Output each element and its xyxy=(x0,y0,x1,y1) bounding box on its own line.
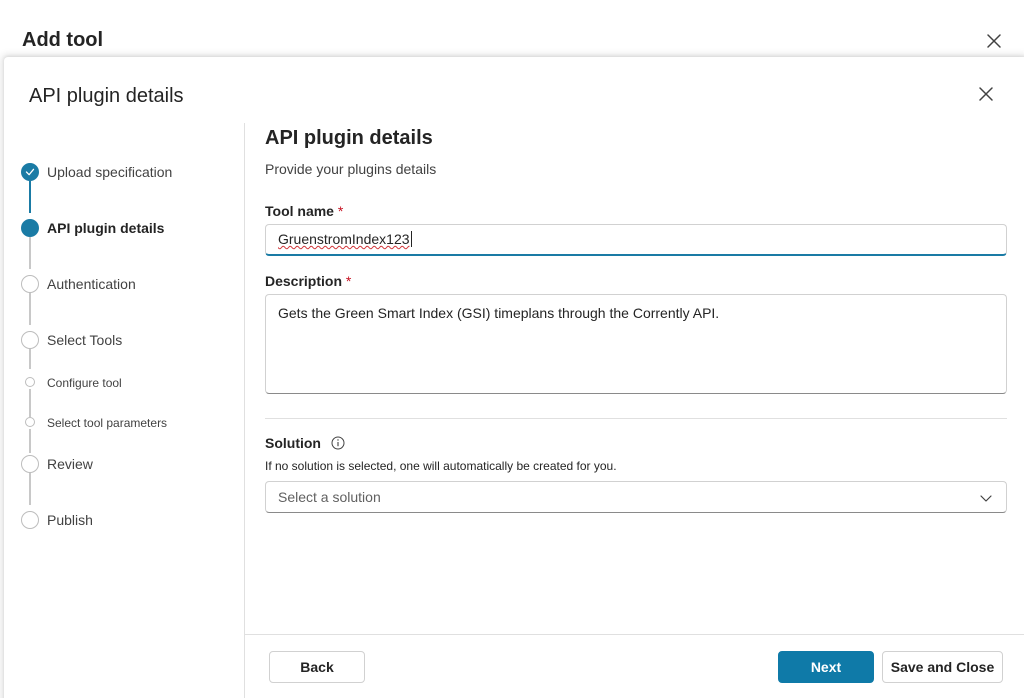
form-subheading: Provide your plugins details xyxy=(265,161,437,177)
substep-indicator xyxy=(25,417,35,427)
step-connector xyxy=(29,429,31,453)
step-authentication[interactable]: Authentication xyxy=(47,276,136,292)
tool-name-label: Tool name * xyxy=(265,203,343,219)
footer-divider xyxy=(244,634,1024,635)
step-review[interactable]: Review xyxy=(47,456,93,472)
description-label-text: Description xyxy=(265,273,343,289)
step-connector xyxy=(29,389,31,417)
solution-select[interactable]: Select a solution xyxy=(265,481,1007,513)
info-icon[interactable] xyxy=(331,436,345,450)
step-select-tool-parameters[interactable]: Select tool parameters xyxy=(47,416,167,430)
dialog-close-icon[interactable] xyxy=(975,83,997,105)
step-publish[interactable]: Publish xyxy=(47,512,93,528)
required-mark: * xyxy=(345,273,352,289)
outer-header: Add tool xyxy=(0,0,1024,60)
description-textarea[interactable]: Gets the Green Smart Index (GSI) timepla… xyxy=(265,294,1007,394)
step-api-plugin-details[interactable]: API plugin details xyxy=(47,220,164,236)
solution-label-text: Solution xyxy=(265,435,321,451)
step-connector xyxy=(29,349,31,369)
step-pending-indicator xyxy=(21,275,39,293)
description-label: Description * xyxy=(265,273,351,289)
step-upload-specification[interactable]: Upload specification xyxy=(47,164,172,180)
step-done-indicator xyxy=(21,163,39,181)
solution-helper-text: If no solution is selected, one will aut… xyxy=(265,459,617,473)
next-button[interactable]: Next xyxy=(778,651,874,683)
api-plugin-dialog: API plugin details Upload specification … xyxy=(4,57,1024,698)
step-pending-indicator xyxy=(21,331,39,349)
chevron-down-icon xyxy=(980,495,992,502)
tool-name-input[interactable] xyxy=(265,224,1007,256)
step-current-indicator xyxy=(21,219,39,237)
step-connector xyxy=(29,293,31,325)
step-pending-indicator xyxy=(21,511,39,529)
back-button[interactable]: Back xyxy=(269,651,365,683)
stepper-divider xyxy=(244,123,245,698)
substep-indicator xyxy=(25,377,35,387)
wizard-stepper: Upload specification API plugin details … xyxy=(4,57,244,698)
checkmark-icon xyxy=(25,168,35,176)
form-heading: API plugin details xyxy=(265,127,433,149)
tool-name-field[interactable]: GruenstromIndex123 xyxy=(265,224,1007,256)
step-connector xyxy=(29,237,31,269)
form-divider xyxy=(265,418,1007,419)
outer-title: Add tool xyxy=(22,29,104,51)
solution-placeholder: Select a solution xyxy=(278,489,381,505)
step-pending-indicator xyxy=(21,455,39,473)
step-configure-tool[interactable]: Configure tool xyxy=(47,376,122,390)
required-mark: * xyxy=(337,203,344,219)
solution-label: Solution xyxy=(265,435,345,451)
description-value: Gets the Green Smart Index (GSI) timepla… xyxy=(278,305,720,321)
tool-name-label-text: Tool name xyxy=(265,203,334,219)
step-connector xyxy=(29,473,31,505)
step-select-tools[interactable]: Select Tools xyxy=(47,332,122,348)
outer-close-icon[interactable] xyxy=(983,30,1005,52)
step-connector xyxy=(29,181,31,213)
save-and-close-button[interactable]: Save and Close xyxy=(882,651,1003,683)
